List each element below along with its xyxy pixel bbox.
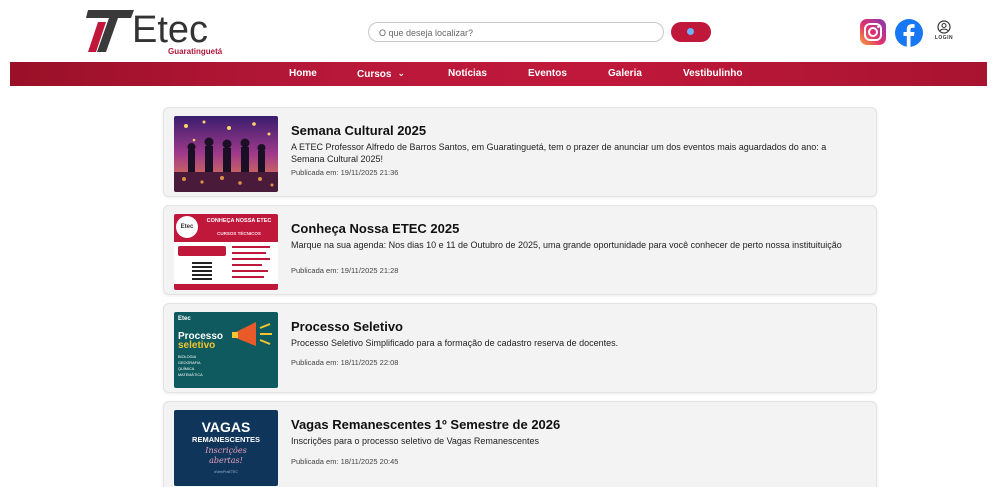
news-title[interactable]: Vagas Remanescentes 1º Semestre de 2026 xyxy=(291,417,560,432)
thumb-line4: abertas! xyxy=(209,456,243,465)
thumb-line3: Inscrições xyxy=(205,446,247,455)
nav-item-home[interactable]: Home xyxy=(289,62,317,86)
nav-item-label: Notícias xyxy=(448,68,487,79)
logo-subtitle: Guaratinguetá xyxy=(168,47,223,56)
news-title[interactable]: Conheça Nossa ETEC 2025 xyxy=(291,221,459,236)
news-date: Publicada em: 19/11/2025 21:28 xyxy=(291,266,399,275)
news-thumbnail: Etec CONHEÇA NOSSA ETEC CURSOS TÉCNICOS xyxy=(174,214,278,290)
news-description: Marque na sua agenda: Nos dias 10 e 11 d… xyxy=(291,240,842,250)
news-date: Publicada em: 18/11/2025 22:08 xyxy=(291,358,399,367)
news-description: Inscrições para o processo seletivo de V… xyxy=(291,436,539,446)
search-box xyxy=(368,22,664,42)
concert-image-icon xyxy=(174,116,278,192)
nav-item-eventos[interactable]: Eventos xyxy=(528,62,567,86)
thumb-list xyxy=(232,246,274,282)
news-card[interactable]: Semana Cultural 2025 A ETEC Professor Al… xyxy=(163,107,877,197)
facebook-icon[interactable] xyxy=(895,19,923,47)
news-description: A ETEC Professor Alfredo de Barros Santo… xyxy=(291,142,827,164)
thumb-heading: CONHEÇA NOSSA ETEC xyxy=(206,218,272,224)
search-icon xyxy=(687,28,694,35)
news-card[interactable]: VAGAS REMANESCENTES Inscrições abertas! … xyxy=(163,401,877,487)
thumb-tag: #VemPraETEC xyxy=(214,470,238,474)
megaphone-icon xyxy=(232,322,272,346)
search-input[interactable] xyxy=(379,25,649,40)
site-header: Etec Guaratinguetá LOGIN xyxy=(0,0,997,62)
thumb-brand: Etec xyxy=(176,216,198,238)
thumb-line2: REMANESCENTES xyxy=(192,435,260,444)
news-thumbnail: VAGAS REMANESCENTES Inscrições abertas! … xyxy=(174,410,278,486)
thumb-bar xyxy=(178,246,226,256)
thumb-line2: seletivo xyxy=(178,340,216,351)
nav-item-vestibulinho[interactable]: Vestibulinho xyxy=(683,62,742,86)
nav-item-cursos[interactable]: Cursos ⌄ xyxy=(357,62,405,86)
logo-text: Etec xyxy=(132,9,209,51)
news-date: Publicada em: 18/11/2025 20:45 xyxy=(291,457,399,466)
thumb-subheading: CURSOS TÉCNICOS xyxy=(217,231,261,236)
news-title[interactable]: Semana Cultural 2025 xyxy=(291,123,426,138)
nav-item-label: Home xyxy=(289,68,317,79)
news-card[interactable]: Etec Processo seletivo BIOLOGIA GEOGRAFI… xyxy=(163,303,877,393)
thumb-subjects: BIOLOGIA GEOGRAFIA QUÍMICA MATEMÁTICA xyxy=(178,355,203,377)
news-date: Publicada em: 19/11/2025 21:36 xyxy=(291,168,399,177)
thumb-line1: VAGAS xyxy=(201,419,251,435)
news-description: Processo Seletivo Simplificado para a fo… xyxy=(291,338,619,348)
nav-item-label: Galeria xyxy=(608,68,642,79)
thumb-brand: Etec xyxy=(178,316,191,322)
news-title[interactable]: Processo Seletivo xyxy=(291,319,403,334)
login-button[interactable]: LOGIN xyxy=(934,20,954,44)
nav-item-noticias[interactable]: Notícias xyxy=(448,62,487,86)
nav-item-label: Vestibulinho xyxy=(683,68,743,79)
news-thumbnail xyxy=(174,116,278,192)
news-thumbnail: Etec Processo seletivo BIOLOGIA GEOGRAFI… xyxy=(174,312,278,388)
login-icon xyxy=(937,20,951,34)
qr-code-icon xyxy=(192,260,212,280)
etec-logo-mark-icon xyxy=(86,10,134,52)
nav-item-label: Eventos xyxy=(528,68,567,79)
news-card[interactable]: Etec CONHEÇA NOSSA ETEC CURSOS TÉCNICOS … xyxy=(163,205,877,295)
chevron-down-icon: ⌄ xyxy=(397,68,405,78)
instagram-icon[interactable] xyxy=(860,19,886,45)
etec-logo[interactable]: Etec Guaratinguetá xyxy=(84,8,224,56)
search-button[interactable] xyxy=(671,22,711,42)
thumb-footer xyxy=(174,284,278,290)
main-nav: Home Cursos ⌄ Notícias Eventos Galeria Ve… xyxy=(10,62,987,86)
login-label: LOGIN xyxy=(934,35,954,41)
nav-item-label: Cursos xyxy=(357,69,392,80)
nav-item-galeria[interactable]: Galeria xyxy=(608,62,642,86)
